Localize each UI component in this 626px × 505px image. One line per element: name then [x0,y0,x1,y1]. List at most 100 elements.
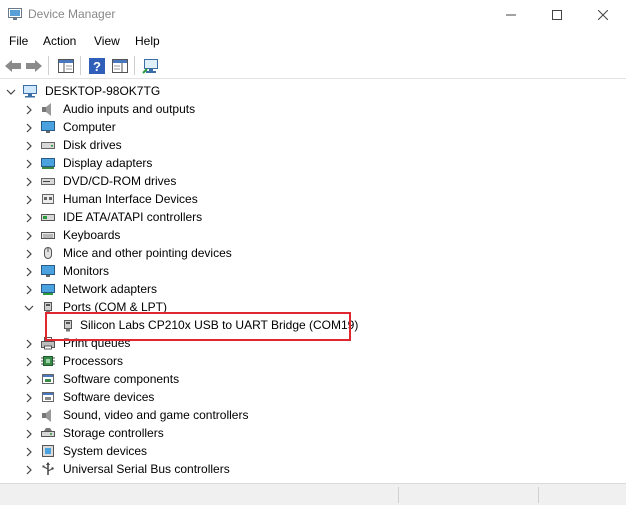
menu-file[interactable]: File [9,34,28,48]
toolbar: ? [0,52,626,79]
system-device-icon [40,443,56,459]
tree-category[interactable]: Ports (COM & LPT) [0,298,626,316]
chevron-right-icon[interactable] [24,212,34,223]
chevron-right-icon[interactable] [24,140,34,151]
chevron-right-icon[interactable] [24,158,34,169]
title-bar: Device Manager [0,0,626,30]
port-icon [40,299,56,315]
chevron-right-icon[interactable] [24,428,34,439]
software-component-icon [40,371,56,387]
help-icon[interactable]: ? [87,56,107,76]
chevron-right-icon[interactable] [24,374,34,385]
tree-category[interactable]: Processors [0,352,626,370]
status-cell [538,487,626,503]
chevron-down-icon[interactable] [24,302,34,312]
tree-node-label: Processors [63,354,124,368]
chevron-right-icon[interactable] [24,122,34,133]
chevron-right-icon[interactable] [24,356,34,367]
tree-category[interactable]: Universal Serial Bus controllers [0,460,626,478]
chevron-down-icon[interactable] [6,86,16,96]
forward-icon[interactable] [24,56,44,76]
chevron-right-icon[interactable] [24,230,34,241]
tree-root[interactable]: DESKTOP-98OK7TG [0,82,626,100]
maximize-button[interactable] [534,0,580,30]
close-button[interactable] [580,0,626,30]
tree-category[interactable]: Sound, video and game controllers [0,406,626,424]
tree-category[interactable]: Storage controllers [0,424,626,442]
tree-category[interactable]: Audio inputs and outputs [0,100,626,118]
minimize-button[interactable] [488,0,534,30]
toolbar-separator [134,56,135,75]
tree-category[interactable]: Software devices [0,388,626,406]
menu-help[interactable]: Help [135,34,160,48]
software-device-icon [40,389,56,405]
device-tree[interactable]: DESKTOP-98OK7TG Audio inputs and outputs C… [0,80,626,482]
disk-drive-icon [40,137,56,153]
dvd-drive-icon [40,173,56,189]
processor-icon [40,353,56,369]
tree-category[interactable]: Network adapters [0,280,626,298]
chevron-right-icon[interactable] [24,338,34,349]
tree-node-label: Software components [63,372,180,386]
tree-node-label: Ports (COM & LPT) [63,300,168,314]
status-cell [398,487,538,503]
chevron-right-icon[interactable] [24,266,34,277]
scan-hardware-icon[interactable] [141,56,161,76]
tree-node-label: Network adapters [63,282,158,296]
chevron-right-icon[interactable] [24,194,34,205]
mouse-icon [40,245,56,261]
tree-category[interactable]: Mice and other pointing devices [0,244,626,262]
properties-pane-icon[interactable] [110,56,130,76]
network-adapter-icon [40,281,56,297]
tree-node-label: Disk drives [63,138,122,152]
show-hide-console-tree-icon[interactable] [56,56,76,76]
window-title: Device Manager [28,7,116,21]
chevron-right-icon[interactable] [24,446,34,457]
tree-category[interactable]: Display adapters [0,154,626,172]
tree-node-label: Mice and other pointing devices [63,246,232,260]
tree-node-label: Monitors [63,264,110,278]
chevron-right-icon[interactable] [24,392,34,403]
tree-node-label: DESKTOP-98OK7TG [45,84,161,98]
chevron-right-icon[interactable] [24,248,34,259]
storage-controller-icon [40,425,56,441]
tree-node-label: Universal Serial Bus controllers [63,462,230,476]
tree-node-label: Audio inputs and outputs [63,102,196,116]
keyboard-icon [40,227,56,243]
tree-category[interactable]: Monitors [0,262,626,280]
chevron-right-icon[interactable] [24,176,34,187]
tree-category[interactable]: Print queues [0,334,626,352]
tree-node-label: Sound, video and game controllers [63,408,249,422]
tree-category[interactable]: Human Interface Devices [0,190,626,208]
chevron-right-icon[interactable] [24,284,34,295]
chevron-right-icon[interactable] [24,410,34,421]
chevron-right-icon[interactable] [24,464,34,475]
tree-category[interactable]: IDE ATA/ATAPI controllers [0,208,626,226]
tree-device[interactable]: Silicon Labs CP210x USB to UART Bridge (… [0,316,626,334]
tree-category[interactable]: DVD/CD-ROM drives [0,172,626,190]
ide-controller-icon [40,209,56,225]
device-manager-icon [8,8,22,20]
back-icon[interactable] [3,56,23,76]
speaker-icon [40,101,56,117]
tree-node-label: System devices [63,444,148,458]
tree-category[interactable]: Software components [0,370,626,388]
tree-category[interactable]: System devices [0,442,626,460]
monitor-icon [40,263,56,279]
monitor-icon [40,119,56,135]
tree-node-label: Human Interface Devices [63,192,198,206]
menu-action[interactable]: Action [43,34,76,48]
tree-category[interactable]: Computer [0,118,626,136]
tree-node-label: Software devices [63,390,155,404]
tree-category[interactable]: Disk drives [0,136,626,154]
toolbar-separator [48,56,49,75]
svg-text:?: ? [93,59,101,74]
chevron-right-icon[interactable] [24,104,34,115]
tree-node-label: Storage controllers [63,426,164,440]
status-bar [0,483,626,505]
toolbar-separator [80,56,81,75]
hid-icon [40,191,56,207]
tree-category[interactable]: Keyboards [0,226,626,244]
menu-view[interactable]: View [94,34,120,48]
display-adapter-icon [40,155,56,171]
